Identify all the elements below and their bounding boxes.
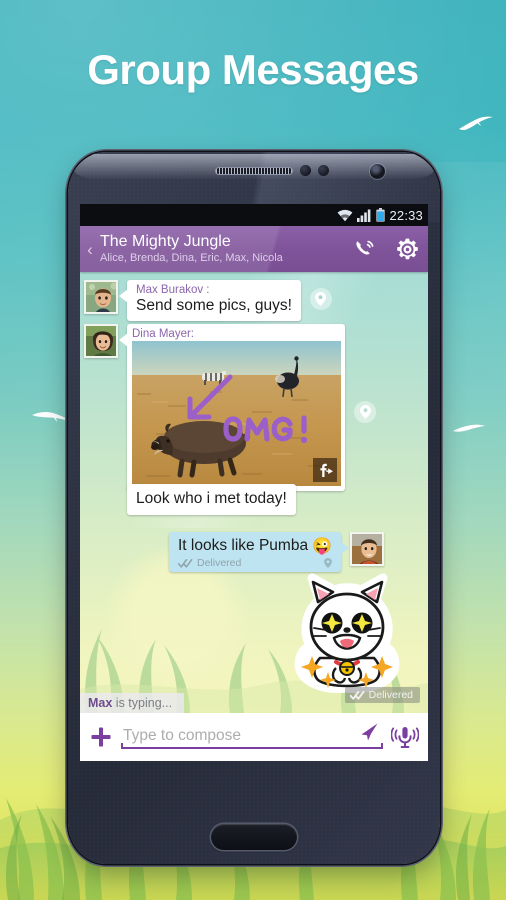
location-pin-icon [324, 558, 332, 568]
sticker-delivered-status: Delivered [344, 687, 420, 703]
message-row[interactable]: Dina Mayer: [84, 324, 376, 491]
avatar-dina-image [86, 326, 116, 356]
typing-user: Max [88, 696, 113, 710]
sticker-message[interactable] [284, 572, 410, 698]
chat-title: The Mighty Jungle [100, 232, 231, 250]
sparkling-cat-sticker [294, 573, 400, 693]
compose-bar [80, 713, 428, 761]
message-text-wrapper: It looks like Pumba 😜 [178, 536, 332, 556]
wifi-icon [338, 209, 353, 221]
battery-icon [376, 208, 386, 222]
location-pin-icon [315, 292, 327, 306]
plus-icon[interactable] [89, 725, 113, 749]
phone-device-frame: 22:33 ‹ The Mighty Jungle Alice, Brenda,… [68, 152, 440, 864]
facebook-share-button[interactable] [313, 458, 337, 482]
earpiece-speaker [215, 167, 293, 175]
status-clock: 22:33 [389, 207, 423, 223]
page-title: Group Messages [87, 46, 419, 93]
avatar-max-image [86, 282, 116, 312]
message-row[interactable]: Look who i met today! [127, 484, 296, 516]
message-text: Send some pics, guys! [136, 297, 292, 314]
omg-exclamation-dot [300, 436, 308, 444]
delivered-label: Delivered [368, 689, 413, 701]
winking-emoji: 😜 [312, 538, 332, 555]
send-arrow-icon[interactable] [359, 722, 379, 742]
savanna-photo [132, 341, 341, 486]
front-camera [370, 164, 385, 179]
message-sender: Dina Mayer: [132, 328, 194, 340]
promo-banner: Group Messages 22:33 ‹ The Mighty Jungle… [0, 0, 506, 900]
phone-call-icon [356, 240, 374, 255]
location-pin-icon [359, 405, 371, 419]
compose-input-wrapper[interactable] [121, 722, 383, 749]
bird-icon [453, 424, 485, 432]
chat-message-list[interactable]: Max Burakov : Send some pics, guys! Dina… [80, 272, 428, 713]
avatar[interactable] [84, 324, 118, 358]
message-status-row: Delivered [177, 557, 332, 569]
photo-message-bubble[interactable]: Dina Mayer: [119, 324, 345, 491]
bird-icon [459, 116, 493, 130]
location-button[interactable] [354, 401, 376, 423]
message-row[interactable]: It looks like Pumba 😜 Delivered [168, 532, 384, 572]
facebook-share-icon [319, 463, 333, 477]
avatar-eric-image [352, 534, 382, 564]
chat-participants: Alice, Brenda, Dina, Eric, Max, Nicola [100, 251, 283, 264]
double-check-icon [349, 690, 365, 700]
settings-button[interactable] [386, 237, 428, 262]
photo-attachment[interactable] [132, 341, 341, 486]
microphone-icon[interactable] [391, 724, 419, 750]
cellular-signal-icon [357, 209, 371, 222]
avatar[interactable] [350, 532, 384, 566]
message-bubble-outgoing[interactable]: It looks like Pumba 😜 Delivered [168, 532, 350, 572]
call-button[interactable] [344, 237, 386, 261]
message-bubble[interactable]: Max Burakov : Send some pics, guys! [119, 280, 301, 322]
chat-action-bar: ‹ The Mighty Jungle Alice, Brenda, Dina,… [80, 226, 428, 272]
bird-icon [32, 411, 71, 422]
light-sensor [318, 165, 329, 176]
proximity-sensor [300, 165, 311, 176]
avatar[interactable] [84, 280, 118, 314]
home-button[interactable] [211, 824, 297, 850]
chat-header-titles[interactable]: The Mighty Jungle Alice, Brenda, Dina, E… [100, 232, 344, 264]
delivered-status: Delivered [196, 557, 242, 569]
message-text: Look who i met today! [136, 490, 287, 507]
phone-screen: 22:33 ‹ The Mighty Jungle Alice, Brenda,… [80, 204, 428, 761]
message-bubble[interactable]: Look who i met today! [127, 484, 296, 516]
typing-indicator: Max is typing... [80, 693, 185, 713]
compose-underline [121, 743, 383, 749]
gear-icon [396, 238, 418, 259]
message-row[interactable]: Max Burakov : Send some pics, guys! [84, 280, 332, 322]
back-button[interactable]: ‹ [80, 241, 100, 258]
location-button[interactable] [309, 288, 332, 310]
message-sender: Max Burakov : [136, 284, 210, 296]
compose-input[interactable] [121, 725, 383, 749]
android-status-bar: 22:33 [80, 204, 428, 226]
typing-text: is typing... [112, 696, 173, 710]
double-check-icon [177, 558, 193, 568]
message-text: It looks like Pumba [177, 537, 309, 554]
